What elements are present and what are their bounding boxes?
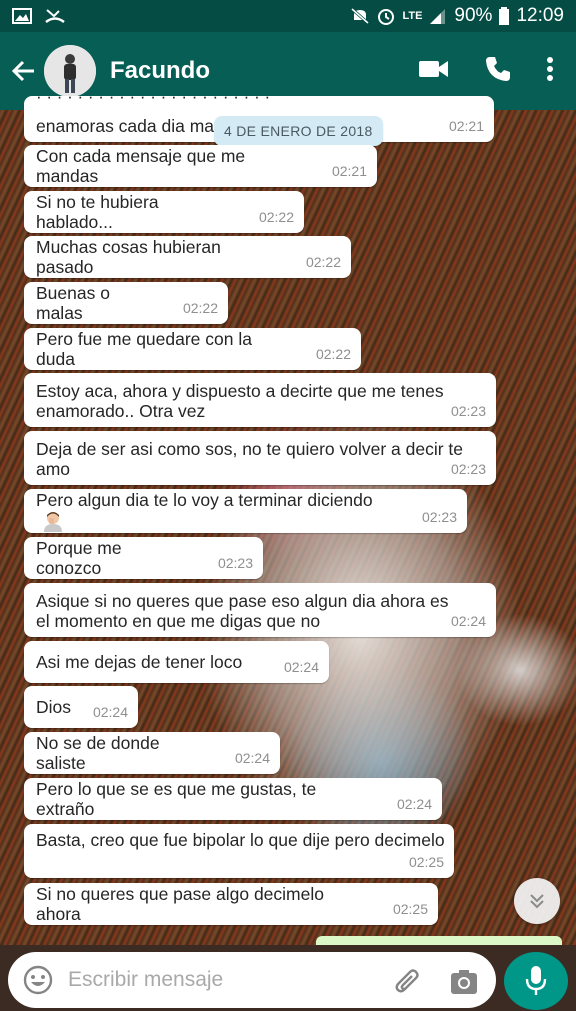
battery-icon <box>498 7 510 25</box>
battery-level: 90% <box>454 5 493 26</box>
message-time: 02:24 <box>450 613 486 629</box>
arrow-left-icon <box>11 60 34 82</box>
double-chevron-down-icon <box>530 894 544 909</box>
smiley-icon <box>23 965 53 995</box>
message-bubble[interactable]: Pero algun dia te lo voy a terminar dici… <box>24 489 467 533</box>
message-text: Asique si no queres que pase eso algun d… <box>36 591 449 631</box>
network-type: LTE <box>402 10 423 22</box>
message-time: 02:22 <box>305 254 341 270</box>
message-bubble[interactable]: Asi me dejas de tener loco 02:24 <box>24 641 329 683</box>
message-text: Si no queres que pase algo decimelo ahor… <box>36 884 324 924</box>
message-text-content: Pero algun dia te lo voy a terminar dici… <box>36 490 373 510</box>
message-bubble[interactable]: Si no te hubiera hablado... 02:22 <box>24 191 304 233</box>
message-bubble[interactable]: Estoy aca, ahora y dispuesto a decirte q… <box>24 373 496 427</box>
message-time: 02:25 <box>408 854 444 870</box>
more-vert-icon <box>547 56 553 81</box>
microphone-icon <box>525 966 547 995</box>
message-bubble[interactable]: Asique si no queres que pase eso algun d… <box>24 583 496 637</box>
clipped-previous-line: · · · · · · · · · · · · · · · · · · · · … <box>36 96 271 106</box>
signal-icon <box>428 7 448 25</box>
message-time: 02:21 <box>448 118 484 134</box>
message-bubble[interactable]: Dios 02:24 <box>24 686 138 728</box>
message-bubble[interactable]: Deja de ser asi como sos, no te quiero v… <box>24 431 496 485</box>
person-facepalming-emoji-icon <box>44 512 62 532</box>
message-text: Pero fue me quedare con la duda <box>36 329 252 369</box>
clock: 12:09 <box>516 5 564 26</box>
gallery-notification-icon <box>12 7 32 25</box>
message-bubble[interactable]: Buenas o malas 02:22 <box>24 282 228 324</box>
message-time: 02:22 <box>315 346 351 362</box>
message-text: Estoy aca, ahora y dispuesto a decirte q… <box>36 381 444 421</box>
message-bubble[interactable]: Con cada mensaje que me mandas 02:21 <box>24 145 377 187</box>
message-bubble[interactable]: Si no queres que pase algo decimelo ahor… <box>24 883 438 925</box>
video-camera-icon <box>419 60 448 77</box>
message-time: 02:23 <box>450 461 486 477</box>
message-time: 02:24 <box>234 750 270 766</box>
message-time: 02:23 <box>450 403 486 419</box>
paperclip-icon <box>395 969 419 993</box>
message-time: 02:21 <box>331 163 367 179</box>
phone-icon <box>486 56 510 81</box>
emoji-button[interactable] <box>8 952 68 1008</box>
attach-button[interactable] <box>390 964 426 1000</box>
message-bubble[interactable]: Basta, creo que fue bipolar lo que dije … <box>24 824 454 878</box>
message-input[interactable] <box>68 968 368 992</box>
message-time: 02:23 <box>421 509 457 525</box>
camera-button[interactable] <box>446 964 482 1000</box>
message-bubble[interactable]: Pero lo que se es que me gustas, te extr… <box>24 778 442 820</box>
camera-icon <box>451 970 477 994</box>
message-text: Basta, creo que fue bipolar lo que dije … <box>36 830 445 850</box>
message-time: 02:24 <box>396 796 432 812</box>
message-bubble[interactable]: Pero fue me quedare con la duda 02:22 <box>24 328 361 370</box>
message-bubble[interactable]: No se de donde saliste 02:24 <box>24 732 280 774</box>
message-text: Pero algun dia te lo voy a terminar dici… <box>36 490 455 532</box>
alarm-icon <box>376 7 396 25</box>
message-time: 02:22 <box>258 209 294 225</box>
composer-bar <box>0 945 576 1011</box>
message-text: Asi me dejas de tener loco <box>36 652 243 672</box>
message-time: 02:25 <box>392 901 428 917</box>
voice-call-button[interactable] <box>484 55 512 88</box>
more-options-button[interactable] <box>546 56 554 87</box>
avatar[interactable] <box>44 45 96 97</box>
date-divider: 4 DE ENERO DE 2018 <box>214 116 383 146</box>
voice-message-button[interactable] <box>504 952 568 1010</box>
status-bar: LTE 90% 12:09 <box>0 0 576 32</box>
message-time: 02:23 <box>217 555 253 571</box>
scroll-to-bottom-button[interactable] <box>514 878 560 924</box>
message-time: 02:22 <box>182 300 218 316</box>
message-input-container[interactable] <box>8 952 496 1008</box>
message-text: Pero lo que se es que me gustas, te extr… <box>36 779 317 819</box>
message-text: Si no te hubiera hablado... <box>36 192 159 232</box>
message-text: Muchas cosas hubieran pasado <box>36 237 221 277</box>
message-time: 02:24 <box>92 704 128 720</box>
missed-call-icon <box>44 7 65 25</box>
message-text: Con cada mensaje que me mandas <box>36 146 246 186</box>
message-text: No se de donde saliste <box>36 733 160 773</box>
video-call-button[interactable] <box>418 58 450 85</box>
contact-name[interactable]: Facundo <box>110 57 210 85</box>
message-bubble[interactable]: Porque me conozco 02:23 <box>24 537 263 579</box>
mute-icon <box>350 7 370 25</box>
message-bubble[interactable]: Muchas cosas hubieran pasado 02:22 <box>24 236 351 278</box>
message-text: Deja de ser asi como sos, no te quiero v… <box>36 439 464 479</box>
message-time: 02:24 <box>283 659 319 675</box>
